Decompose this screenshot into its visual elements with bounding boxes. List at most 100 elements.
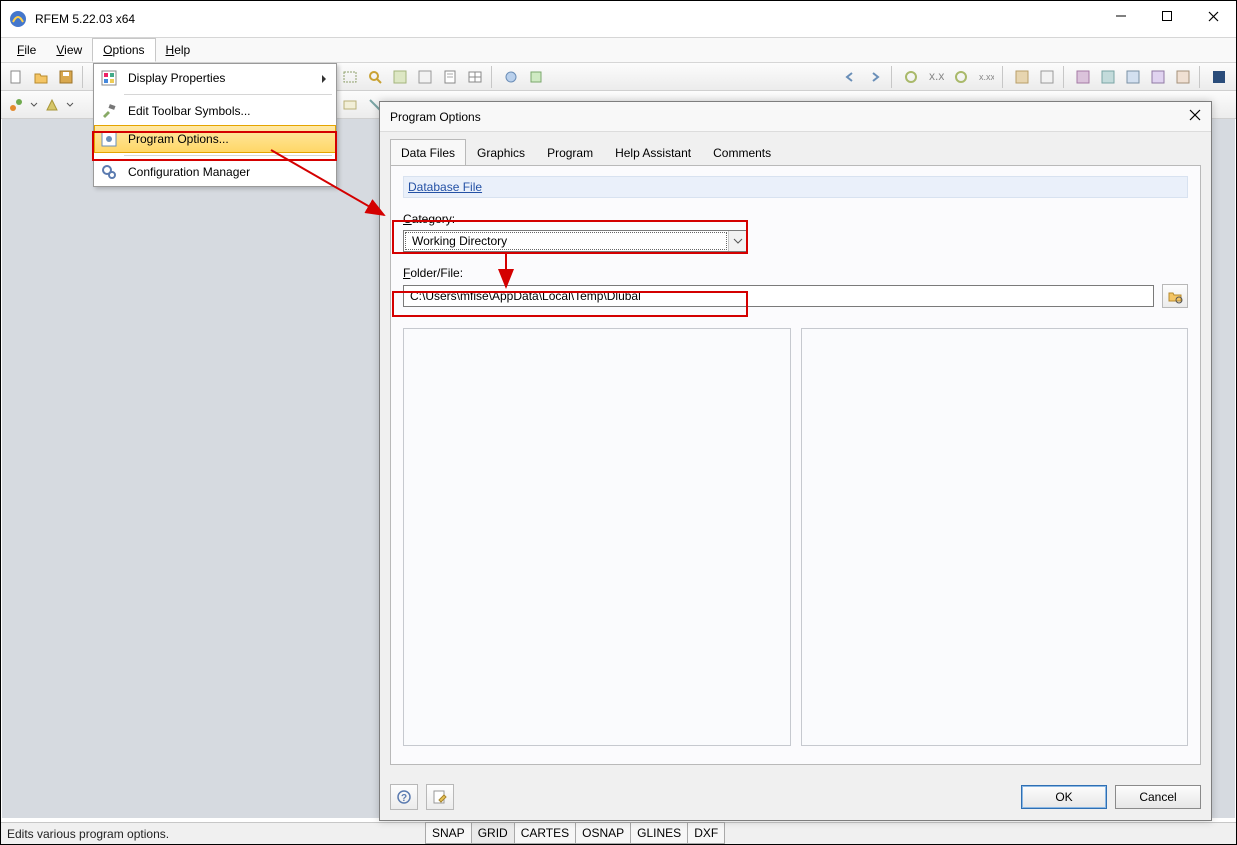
tb-icon-generic[interactable]: x.xx bbox=[975, 66, 997, 88]
close-button[interactable] bbox=[1190, 1, 1236, 31]
category-label: Category: bbox=[403, 212, 1188, 226]
tb-icon-generic[interactable] bbox=[500, 66, 522, 88]
options-dropdown: Display Properties Edit Toolbar Symbols.… bbox=[93, 63, 337, 187]
menu-item-label: Display Properties bbox=[128, 71, 225, 85]
tb-open-icon[interactable] bbox=[30, 66, 52, 88]
tb-zoom-icon[interactable] bbox=[364, 66, 386, 88]
menu-item-label: Program Options... bbox=[128, 132, 229, 146]
menu-edit-toolbar[interactable]: Edit Toolbar Symbols... bbox=[94, 97, 336, 125]
tb-icon-generic[interactable] bbox=[5, 94, 27, 116]
help-icon: ? bbox=[396, 789, 412, 805]
tb-nav-prev-icon[interactable] bbox=[839, 66, 861, 88]
tb-icon-generic[interactable] bbox=[950, 66, 972, 88]
maximize-button[interactable] bbox=[1144, 1, 1190, 31]
menu-item-label: Configuration Manager bbox=[128, 165, 250, 179]
preview-panes bbox=[403, 328, 1188, 746]
combobox-value: Working Directory bbox=[405, 232, 727, 250]
menu-display-properties[interactable]: Display Properties bbox=[94, 64, 336, 92]
defaults-button[interactable] bbox=[426, 784, 454, 810]
tb-icon-generic[interactable] bbox=[339, 66, 361, 88]
tab-comments[interactable]: Comments bbox=[702, 139, 782, 166]
menu-separator bbox=[124, 94, 332, 95]
menubar: File View Options Help bbox=[1, 37, 1236, 63]
tb-new-icon[interactable] bbox=[5, 66, 27, 88]
tb-icon-generic[interactable] bbox=[1147, 66, 1169, 88]
chevron-down-icon[interactable] bbox=[728, 231, 746, 251]
tb-icon-generic[interactable] bbox=[339, 94, 361, 116]
tb-icon-generic[interactable] bbox=[900, 66, 922, 88]
tb-icon-generic[interactable] bbox=[389, 66, 411, 88]
chevron-down-icon[interactable] bbox=[66, 100, 74, 110]
tb-doc-icon[interactable] bbox=[439, 66, 461, 88]
tab-body: Database File Category: Working Director… bbox=[390, 165, 1201, 765]
toolbar-far-right: x.xx x.xx bbox=[839, 66, 1230, 88]
note-pencil-icon bbox=[432, 789, 448, 805]
status-cartes[interactable]: CARTES bbox=[514, 822, 576, 844]
tab-data-files[interactable]: Data Files bbox=[390, 139, 466, 166]
submenu-arrow-icon bbox=[320, 73, 328, 87]
status-toggles: SNAP GRID CARTES OSNAP GLINES DXF bbox=[426, 822, 725, 844]
tb-nav-next-icon[interactable] bbox=[864, 66, 886, 88]
folder-label: Folder/File: bbox=[403, 266, 1188, 280]
tb-icon-generic[interactable] bbox=[1097, 66, 1119, 88]
dialog-tabs: Data Files Graphics Program Help Assista… bbox=[380, 132, 1211, 165]
toolbar-right-group bbox=[339, 66, 547, 88]
menu-item-label: Edit Toolbar Symbols... bbox=[128, 104, 251, 118]
tb-icon-generic[interactable] bbox=[41, 94, 63, 116]
tab-program[interactable]: Program bbox=[536, 139, 604, 166]
program-options-dialog: Program Options Data Files Graphics Prog… bbox=[379, 101, 1212, 821]
tb-icon-generic[interactable] bbox=[1011, 66, 1033, 88]
window-title: RFEM 5.22.03 x64 bbox=[35, 12, 135, 26]
gears-icon bbox=[100, 163, 118, 181]
tab-graphics[interactable]: Graphics bbox=[466, 139, 536, 166]
folder-row bbox=[403, 284, 1188, 308]
preview-pane-right bbox=[801, 328, 1189, 746]
tab-help-assistant[interactable]: Help Assistant bbox=[604, 139, 702, 166]
browse-folder-button[interactable] bbox=[1162, 284, 1188, 308]
menu-help[interactable]: Help bbox=[156, 39, 201, 61]
tb-icon-generic[interactable] bbox=[1122, 66, 1144, 88]
palette-icon bbox=[100, 69, 118, 87]
dialog-close-button[interactable] bbox=[1189, 109, 1201, 124]
tb-icon-generic[interactable] bbox=[414, 66, 436, 88]
tb-icon-generic[interactable] bbox=[1036, 66, 1058, 88]
status-grid[interactable]: GRID bbox=[471, 822, 515, 844]
hammer-icon bbox=[100, 102, 118, 120]
dialog-footer: ? OK Cancel bbox=[390, 784, 1201, 810]
menu-separator bbox=[124, 155, 332, 156]
folder-path-input[interactable] bbox=[403, 285, 1154, 307]
titlebar: RFEM 5.22.03 x64 bbox=[1, 1, 1236, 37]
svg-text:x.xx: x.xx bbox=[929, 69, 944, 83]
app-icon bbox=[9, 10, 27, 28]
ok-button[interactable]: OK bbox=[1021, 785, 1107, 809]
status-snap[interactable]: SNAP bbox=[425, 822, 472, 844]
minimize-button[interactable] bbox=[1098, 1, 1144, 31]
preview-pane-left bbox=[403, 328, 791, 746]
menu-file[interactable]: File bbox=[7, 39, 46, 61]
menu-view[interactable]: View bbox=[46, 39, 92, 61]
folder-search-icon bbox=[1167, 288, 1183, 304]
tb-icon-generic[interactable] bbox=[525, 66, 547, 88]
chevron-down-icon[interactable] bbox=[30, 100, 38, 110]
tb-save-icon[interactable] bbox=[55, 66, 77, 88]
menu-options[interactable]: Options bbox=[92, 38, 155, 62]
status-dxf[interactable]: DXF bbox=[687, 822, 725, 844]
tb-icon-generic[interactable]: x.xx bbox=[925, 66, 947, 88]
cancel-button[interactable]: Cancel bbox=[1115, 785, 1201, 809]
tb-icon-generic[interactable] bbox=[1208, 66, 1230, 88]
svg-text:?: ? bbox=[401, 793, 407, 804]
category-combobox[interactable]: Working Directory bbox=[403, 230, 747, 252]
tb-icon-generic[interactable] bbox=[1172, 66, 1194, 88]
dialog-title: Program Options bbox=[390, 110, 481, 124]
menu-program-options[interactable]: Program Options... bbox=[94, 125, 336, 153]
status-hint: Edits various program options. bbox=[7, 827, 169, 841]
dialog-titlebar: Program Options bbox=[380, 102, 1211, 132]
status-glines[interactable]: GLINES bbox=[630, 822, 688, 844]
status-osnap[interactable]: OSNAP bbox=[575, 822, 631, 844]
menu-config-manager[interactable]: Configuration Manager bbox=[94, 158, 336, 186]
options-icon bbox=[100, 130, 118, 148]
help-button[interactable]: ? bbox=[390, 784, 418, 810]
section-database-file: Database File bbox=[403, 176, 1188, 198]
tb-table-icon[interactable] bbox=[464, 66, 486, 88]
tb-icon-generic[interactable] bbox=[1072, 66, 1094, 88]
